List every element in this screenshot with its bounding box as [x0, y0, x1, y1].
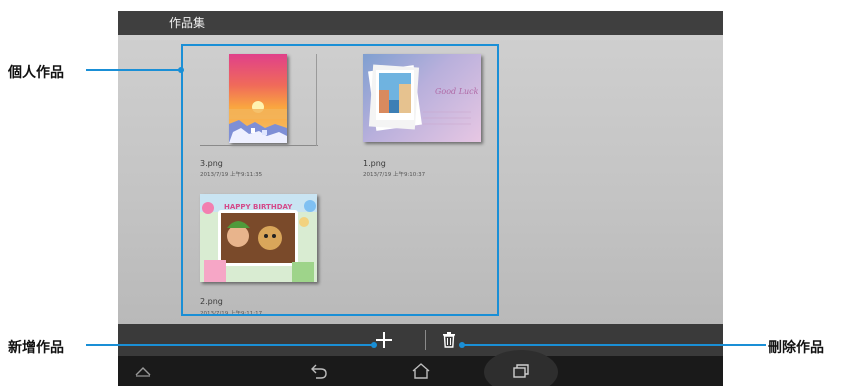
app-title: 作品集 — [169, 16, 206, 30]
back-icon — [311, 364, 327, 379]
personal-works-highlight-frame — [181, 44, 499, 316]
leader-line-add-work — [86, 344, 374, 346]
leader-dot — [178, 67, 184, 73]
action-divider — [425, 330, 426, 350]
system-nav-bar — [118, 350, 723, 386]
callout-personal-works: 個人作品 — [8, 65, 64, 81]
recent-apps-button[interactable] — [506, 356, 536, 386]
callout-add-work: 新增作品 — [8, 340, 64, 356]
home-button[interactable] — [406, 356, 436, 386]
leader-dot — [459, 342, 465, 348]
recent-apps-icon — [513, 364, 529, 378]
plus-icon — [376, 332, 392, 348]
add-button[interactable] — [374, 330, 394, 350]
caret-up-icon — [135, 367, 151, 377]
back-button[interactable] — [304, 356, 334, 386]
menu-button[interactable] — [128, 356, 158, 386]
home-icon — [412, 363, 430, 379]
trash-icon — [443, 332, 455, 348]
delete-button[interactable] — [440, 331, 458, 349]
leader-dot — [371, 342, 377, 348]
leader-line-personal-works — [86, 69, 181, 71]
leader-line-delete-work — [462, 344, 766, 346]
action-bar — [118, 324, 723, 356]
callout-delete-work: 刪除作品 — [768, 340, 824, 356]
title-bar: 作品集 — [118, 11, 723, 35]
